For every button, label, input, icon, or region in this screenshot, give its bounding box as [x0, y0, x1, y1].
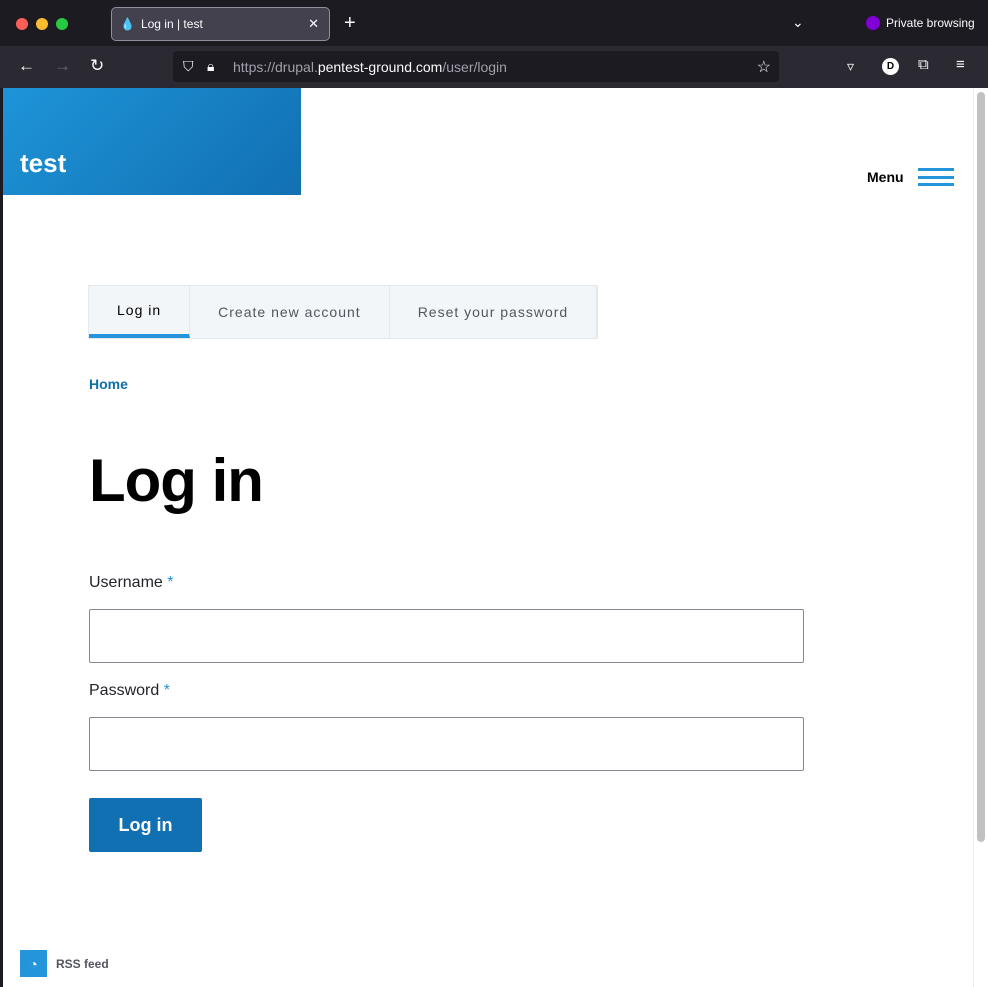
password-label: Password *	[89, 682, 170, 699]
private-mask-icon	[866, 16, 880, 30]
tab-list-chevron-icon[interactable]: ⌄	[792, 14, 804, 31]
username-label: Username *	[89, 574, 174, 591]
extensions-icon[interactable]: ⧉	[918, 56, 929, 73]
menu-button[interactable]: Menu	[867, 168, 954, 186]
site-branding[interactable]: test	[3, 88, 301, 195]
tab-reset-password[interactable]: Reset your password	[390, 286, 598, 338]
tab-title: Log in | test	[140, 17, 203, 31]
username-input[interactable]	[89, 609, 804, 663]
scrollbar[interactable]	[973, 88, 988, 987]
password-input[interactable]	[89, 717, 804, 771]
close-tab-icon[interactable]: ✕	[308, 16, 319, 32]
url-bar[interactable]: ⛉ 🔒︎ https://drupal. pentest-ground.com/u…	[173, 51, 779, 82]
minimize-window-button[interactable]	[36, 18, 48, 30]
private-browsing-indicator: Private browsing	[866, 16, 975, 30]
maximize-window-button[interactable]	[56, 18, 68, 30]
site-name[interactable]: test	[20, 148, 66, 178]
reload-icon[interactable]: ↻	[90, 56, 104, 76]
browser-titlebar: 💧 Log in | test ✕ + ⌄ Private browsing	[0, 0, 988, 46]
forward-icon[interactable]: →	[54, 56, 71, 76]
shield-icon[interactable]: ⛉	[183, 58, 194, 75]
lock-warning-icon[interactable]: 🔒︎	[207, 58, 214, 75]
rss-icon: ◔	[20, 950, 47, 977]
rss-label: RSS feed	[56, 956, 109, 971]
url-path: /user/login	[442, 58, 507, 75]
browser-navbar: ← → ↻ ⛉ 🔒︎ https://drupal. pentest-ground…	[0, 46, 988, 88]
pocket-icon[interactable]: ▿	[847, 58, 854, 75]
rss-feed-link[interactable]: ◔ RSS feed	[20, 950, 109, 977]
scrollbar-thumb[interactable]	[977, 92, 985, 842]
account-avatar[interactable]: D	[882, 58, 899, 75]
tab-create-account[interactable]: Create new account	[190, 286, 390, 338]
drupal-icon: 💧	[120, 17, 135, 31]
back-icon[interactable]: ←	[18, 56, 35, 76]
web-page: test Menu Log in Create new account Rese…	[3, 88, 973, 987]
url-domain: pentest-ground.com	[317, 58, 443, 75]
bookmark-star-icon[interactable]: ☆	[757, 57, 771, 77]
tab-log-in[interactable]: Log in	[89, 286, 191, 338]
hamburger-icon	[917, 168, 954, 186]
private-label: Private browsing	[886, 16, 975, 30]
breadcrumb-home[interactable]: Home	[89, 376, 128, 392]
app-menu-icon[interactable]: ≡	[956, 56, 965, 73]
account-tabs: Log in Create new account Reset your pas…	[88, 285, 599, 339]
close-window-button[interactable]	[16, 18, 28, 30]
page-title: Log in	[89, 447, 264, 514]
url-prefix: https://drupal.	[233, 58, 318, 75]
new-tab-button[interactable]: +	[344, 12, 356, 35]
browser-tab[interactable]: 💧 Log in | test ✕	[111, 7, 330, 41]
log-in-button[interactable]: Log in	[89, 798, 202, 852]
menu-label: Menu	[867, 169, 904, 185]
